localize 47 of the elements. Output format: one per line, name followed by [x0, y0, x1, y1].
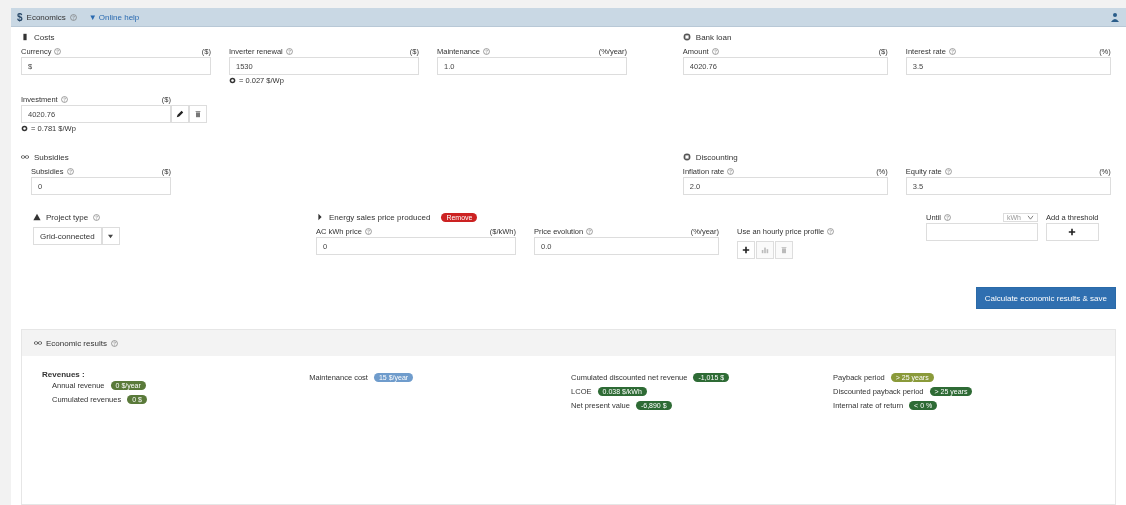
help-icon[interactable]	[482, 47, 490, 55]
help-icon[interactable]	[93, 213, 101, 221]
help-icon[interactable]	[586, 227, 594, 235]
help-icon[interactable]	[110, 339, 118, 347]
link-icon	[21, 153, 29, 161]
help-icon[interactable]	[827, 227, 835, 235]
help-icon[interactable]	[944, 213, 951, 221]
help-icon[interactable]	[944, 167, 952, 175]
group-title: Costs	[34, 32, 55, 42]
help-icon[interactable]	[711, 47, 719, 55]
caret-icon	[107, 233, 115, 239]
person-icon[interactable]	[1110, 12, 1120, 22]
help-icon[interactable]	[364, 227, 372, 235]
plus-icon	[742, 246, 750, 254]
help-icon[interactable]	[727, 167, 735, 175]
help-icon[interactable]	[285, 47, 293, 55]
chart-icon	[761, 246, 769, 254]
revenues-title: Revenues :	[42, 370, 85, 379]
help-icon[interactable]	[69, 13, 77, 21]
delete-button[interactable]	[775, 241, 793, 259]
add-button[interactable]	[1046, 223, 1099, 241]
group-title: Energy sales price produced	[329, 212, 431, 222]
help-icon[interactable]	[948, 47, 956, 55]
help-icon[interactable]	[66, 167, 74, 175]
add-button[interactable]	[737, 241, 755, 259]
help-icon[interactable]	[54, 47, 62, 55]
group-title: Bank loan	[695, 32, 732, 42]
help-link[interactable]: ▼ Online help	[88, 12, 140, 22]
help-icon[interactable]	[60, 95, 68, 103]
select-value[interactable]: Grid-connected	[33, 227, 102, 245]
group-title: Subsidies	[34, 152, 69, 162]
group-title: Project type	[46, 212, 89, 222]
calculate-button[interactable]: Calculate economic results & save	[975, 287, 1116, 309]
pencil-icon	[176, 110, 184, 118]
group-title: Discounting	[695, 152, 738, 162]
input-field[interactable]	[926, 223, 1038, 241]
delete-button[interactable]	[189, 105, 207, 123]
warning-icon	[33, 213, 41, 221]
link-icon	[34, 339, 42, 347]
dollar-icon: $	[17, 11, 23, 23]
results-title: Economic results	[46, 338, 107, 348]
trash-icon	[780, 246, 788, 254]
plus-icon	[1068, 228, 1077, 236]
edit-button[interactable]	[171, 105, 189, 123]
caret-icon	[1027, 214, 1034, 220]
section-title: Economics	[26, 12, 66, 22]
trash-icon	[194, 110, 202, 118]
